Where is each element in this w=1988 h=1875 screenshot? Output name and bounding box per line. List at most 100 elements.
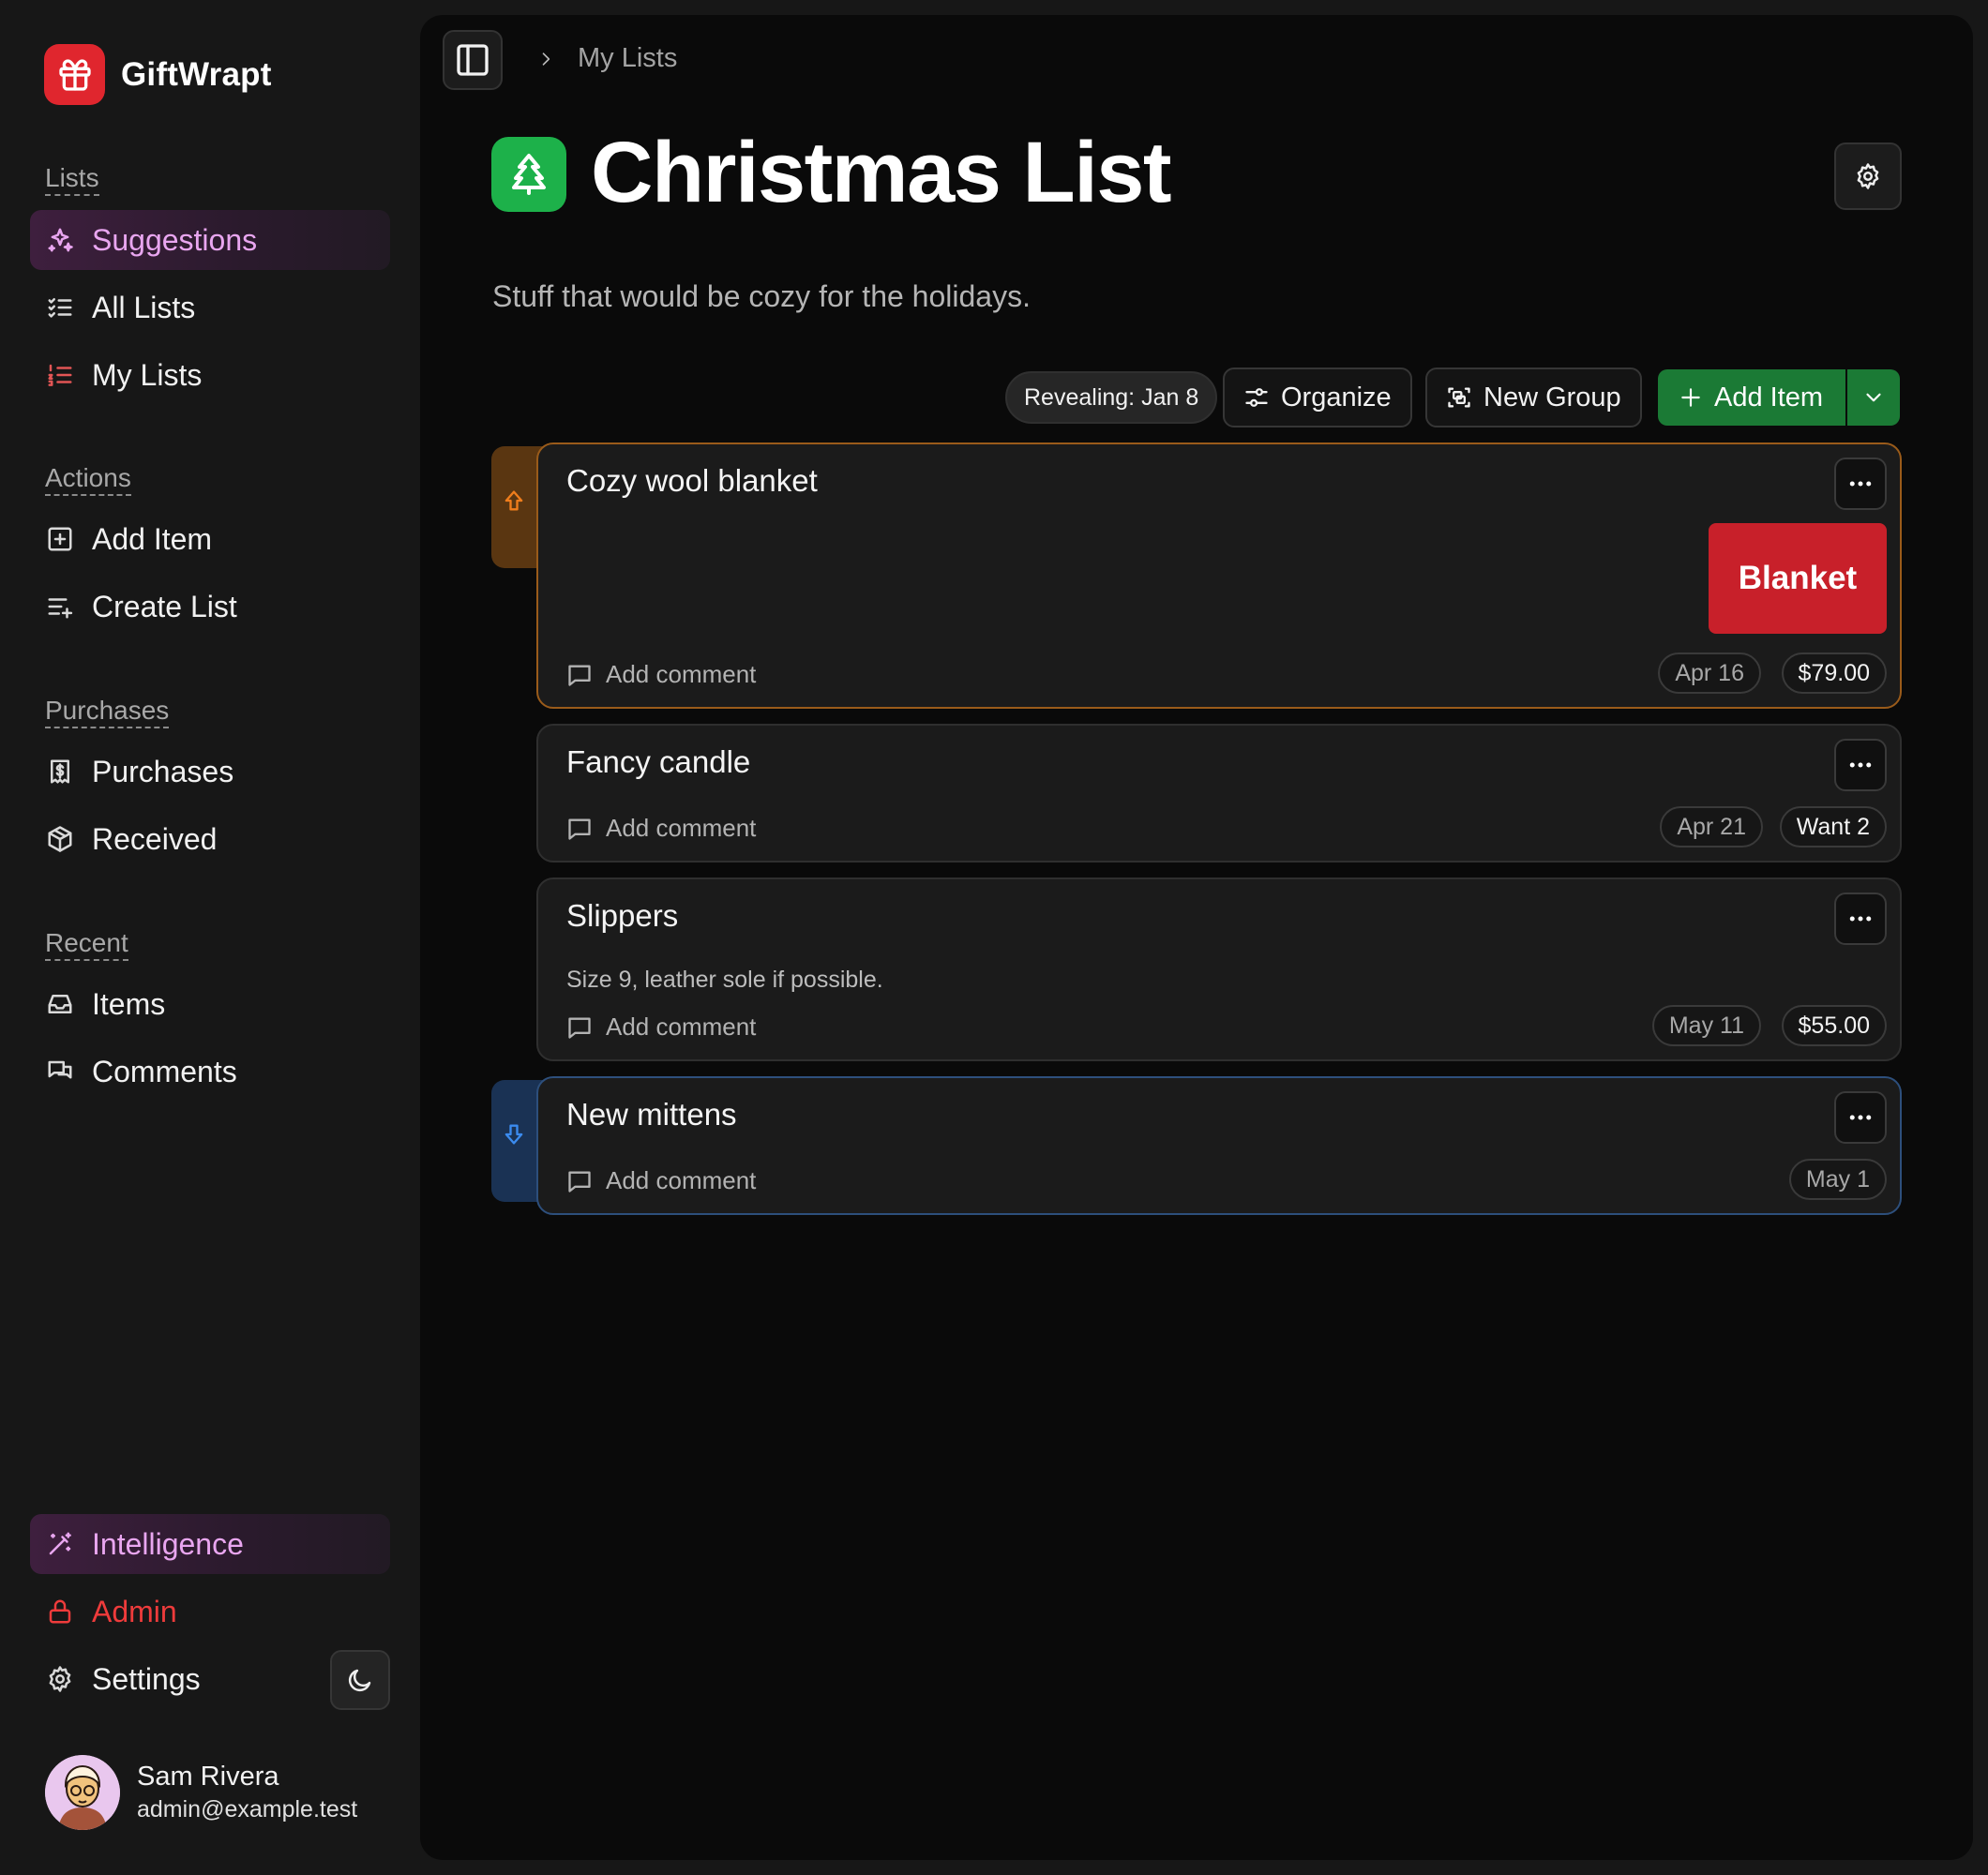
breadcrumb: My Lists [536,43,677,74]
tree-icon [491,137,566,212]
add-item-label: Add Item [1714,382,1824,412]
list-checks-icon [45,292,75,322]
section-label-recent: Recent [45,928,128,962]
nav-label: Items [92,986,166,1021]
new-group-button[interactable]: New Group [1425,368,1642,428]
nav-label: Purchases [92,754,234,788]
moon-icon [346,1666,374,1694]
nav-label: Admin [92,1594,177,1628]
nav-all-lists[interactable]: All Lists [30,278,390,338]
chevron-down-icon [1861,385,1886,410]
nav-settings[interactable]: Settings [30,1649,311,1709]
nav-recent-comments[interactable]: Comments [30,1042,390,1102]
nav-label: Settings [92,1661,201,1696]
sparkles-icon [45,225,75,255]
sidebar: GiftWrapt Lists Suggestions All Lists My… [0,0,420,1875]
nav-received[interactable]: Received [30,809,390,869]
item-date-chip: Apr 21 [1660,806,1763,848]
section-label-lists: Lists [45,163,99,197]
more-horizontal-icon [1846,751,1875,779]
nav-label: Suggestions [92,222,258,257]
sidebar-toggle-button[interactable] [443,30,503,90]
sliders-icon [1243,384,1270,411]
arrow-down-icon [501,1121,527,1148]
add-comment-label: Add comment [606,814,757,842]
add-comment-button[interactable]: Add comment [566,660,756,689]
item-menu-button[interactable] [1834,1091,1887,1144]
item-image[interactable]: Blanket [1709,523,1887,634]
add-item-dropdown-button[interactable] [1847,369,1900,426]
item-card[interactable]: New mittens Add comment May 1 [536,1076,1902,1215]
more-horizontal-icon [1846,1103,1875,1132]
item-title[interactable]: Fancy candle [566,744,750,780]
item-card[interactable]: Cozy wool blanket Blanket Add comment Ap… [536,442,1902,709]
list-description: Stuff that would be cozy for the holiday… [492,279,1031,313]
list-ordered-icon [45,360,75,390]
app-name: GiftWrapt [121,55,272,93]
user-profile[interactable]: Sam Rivera admin@example.test [45,1755,357,1830]
reveal-date-badge: Revealing: Jan 8 [1005,371,1218,424]
nav-suggestions[interactable]: Suggestions [30,210,390,270]
item-menu-button[interactable] [1834,892,1887,945]
item-title[interactable]: New mittens [566,1097,737,1132]
add-comment-label: Add comment [606,1012,757,1041]
nav-add-item[interactable]: Add Item [30,509,390,569]
messages-icon [45,1057,75,1087]
user-email: admin@example.test [137,1796,358,1822]
section-label-actions: Actions [45,463,131,497]
organize-button[interactable]: Organize [1223,368,1412,428]
nav-admin[interactable]: Admin [30,1582,390,1642]
list-settings-button[interactable] [1834,142,1902,210]
package-icon [45,824,75,854]
add-comment-label: Add comment [606,1166,757,1194]
page-title: Christmas List [591,125,1172,220]
item-menu-button[interactable] [1834,739,1887,791]
item-date-chip: Apr 16 [1658,652,1761,694]
avatar [45,1755,120,1830]
receipt-icon [45,757,75,787]
main-panel: My Lists Christmas List Stuff that would… [420,15,1973,1860]
item-menu-button[interactable] [1834,458,1887,510]
lock-icon [45,1597,75,1627]
arrow-up-icon [501,488,527,514]
add-comment-button[interactable]: Add comment [566,1166,756,1195]
nav-recent-items[interactable]: Items [30,974,390,1034]
nav-label: All Lists [92,290,196,324]
nav-intelligence[interactable]: Intelligence [30,1514,390,1574]
comment-icon [566,1168,593,1194]
list-plus-icon [45,592,75,622]
inbox-icon [45,989,75,1019]
add-item-button[interactable]: Add Item [1658,369,1845,426]
panel-left-icon [454,41,491,79]
gear-icon [45,1664,75,1694]
comment-icon [566,816,593,842]
comment-icon [566,662,593,688]
add-comment-button[interactable]: Add comment [566,814,756,843]
item-title[interactable]: Cozy wool blanket [566,463,818,499]
nav-my-lists[interactable]: My Lists [30,345,390,405]
item-card[interactable]: Fancy candle Add comment Apr 21 Want 2 [536,724,1902,862]
square-plus-icon [45,524,75,554]
comment-icon [566,1014,593,1041]
gear-icon [1854,162,1882,190]
item-title[interactable]: Slippers [566,898,678,934]
add-comment-button[interactable]: Add comment [566,1012,756,1042]
item-price-chip: $55.00 [1781,1005,1887,1046]
nav-purchases[interactable]: Purchases [30,742,390,802]
magic-wand-icon [45,1529,75,1559]
add-comment-label: Add comment [606,660,757,688]
item-note: Size 9, leather sole if possible. [566,967,883,993]
plus-icon [1679,385,1703,410]
nav-label: Intelligence [92,1526,244,1561]
nav-create-list[interactable]: Create List [30,577,390,637]
item-card[interactable]: Slippers Size 9, leather sole if possibl… [536,878,1902,1061]
organize-label: Organize [1281,382,1392,412]
nav-label: My Lists [92,357,203,392]
breadcrumb-my-lists[interactable]: My Lists [578,43,677,74]
brand[interactable]: GiftWrapt [44,44,272,105]
theme-toggle-button[interactable] [330,1650,390,1710]
item-date-chip: May 1 [1788,1159,1887,1200]
gift-icon [44,44,105,105]
nav-label: Comments [92,1054,237,1088]
chevron-right-icon [536,50,555,68]
